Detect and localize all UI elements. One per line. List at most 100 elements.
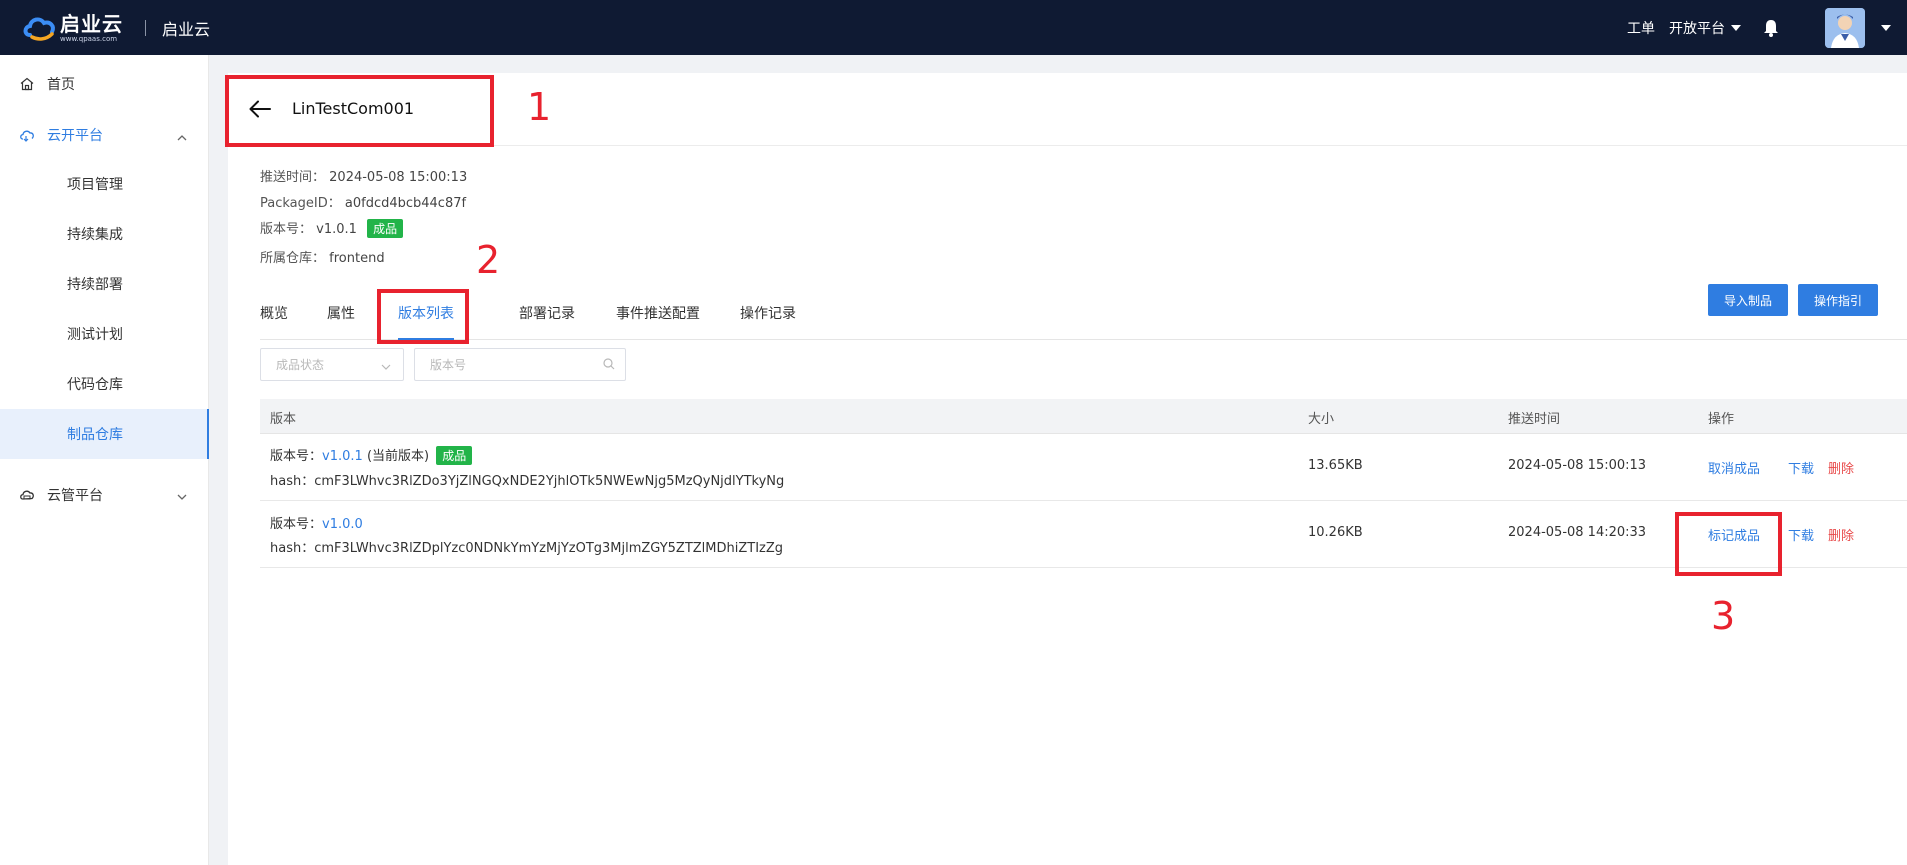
caret-down-icon: [1731, 24, 1741, 31]
sidebar-item-label: 代码仓库: [67, 377, 123, 393]
import-artifact-button[interactable]: 导入制品: [1708, 284, 1788, 316]
download-button[interactable]: 下载: [1788, 525, 1814, 544]
annotation-number-3: 3: [1711, 594, 1736, 638]
avatar[interactable]: [1825, 7, 1865, 48]
annotation-box-2: [377, 289, 469, 344]
avatar-menu-caret-icon[interactable]: [1881, 24, 1891, 31]
search-icon[interactable]: [603, 358, 615, 374]
sidebar-item-code-repository[interactable]: 代码仓库: [0, 359, 209, 409]
open-platform-label: 开放平台: [1669, 20, 1725, 37]
version-label: 版本号：: [260, 222, 313, 237]
hash-value: cmF3LWhvc3RlZDplYzc0NDNkYmYzMjYzOTg3Mjlm…: [314, 541, 784, 556]
table-row: 版本号：v1.0.1 (当前版本) 成品 hash：cmF3LWhvc3RlZD…: [260, 434, 1907, 501]
hash-value: cmF3LWhvc3RlZDo3YjZlNGQxNDE2YjhlOTk5NWEw…: [314, 474, 785, 489]
brand-logo[interactable]: 启业云 www.qpaas.com: [22, 13, 123, 43]
package-id-line: PackageID： a0fdcd4bcb44c87f: [260, 192, 466, 211]
column-header-push-time: 推送时间: [1508, 412, 1561, 427]
version-prefix: 版本号：: [270, 449, 323, 464]
version-search-input[interactable]: [414, 348, 626, 381]
sidebar-item-project-management[interactable]: 项目管理: [0, 159, 209, 209]
push-time-line: 推送时间： 2024-05-08 15:00:13: [260, 166, 467, 185]
cloud-icon: [19, 127, 35, 143]
version-prefix: 版本号：: [270, 517, 323, 532]
hash-cell: hash：cmF3LWhvc3RlZDplYzc0NDNkYmYzMjYzOTg…: [270, 537, 783, 556]
push-time-cell: 2024-05-08 15:00:13: [1508, 458, 1647, 473]
table-header: 版本 大小 推送时间 操作: [260, 399, 1907, 434]
version-cell: 版本号：v1.0.1 (当前版本) 成品: [270, 445, 473, 465]
annotation-number-2: 2: [476, 238, 501, 282]
detail-tabs: 概览 属性 版本列表 部署记录 事件推送配置 操作记录: [260, 303, 1907, 340]
sidebar-item-label: 首页: [47, 77, 75, 93]
cloud-icon: [19, 487, 35, 503]
package-id-label: PackageID：: [260, 196, 341, 211]
work-order-link[interactable]: 工单: [1627, 18, 1655, 38]
hash-label: hash：: [270, 474, 315, 489]
topbar-divider: [145, 19, 146, 36]
annotation-box-1: [225, 75, 494, 147]
current-version-note: (当前版本): [366, 449, 430, 464]
sidebar-group-label: 云管平台: [47, 488, 103, 504]
annotation-box-3: [1675, 512, 1782, 576]
unmark-artifact-button[interactable]: 取消成品: [1708, 458, 1760, 477]
column-header-size: 大小: [1308, 412, 1335, 427]
sidebar-item-continuous-deployment[interactable]: 持续部署: [0, 259, 209, 309]
hash-cell: hash：cmF3LWhvc3RlZDo3YjZlNGQxNDE2YjhlOTk…: [270, 470, 784, 489]
table-row: 版本号：v1.0.0 hash：cmF3LWhvc3RlZDplYzc0NDNk…: [260, 501, 1907, 568]
tab-properties[interactable]: 属性: [327, 303, 355, 340]
operation-guide-button[interactable]: 操作指引: [1798, 284, 1878, 316]
version-table: 版本 大小 推送时间 操作 版本号：v1.0.1 (当前版本) 成品 hash：…: [260, 399, 1907, 568]
sidebar-item-label: 测试计划: [67, 327, 123, 343]
repository-value: frontend: [329, 251, 385, 266]
sidebar-item-continuous-integration[interactable]: 持续集成: [0, 209, 209, 259]
sidebar-group-cloud-dev[interactable]: 云开平台: [0, 110, 209, 160]
sidebar-item-test-plan[interactable]: 测试计划: [0, 309, 209, 359]
logo-subtitle: www.qpaas.com: [60, 34, 118, 43]
version-line: 版本号： v1.0.1 成品: [260, 218, 404, 238]
main-content: LinTestCom001 推送时间： 2024-05-08 15:00:13 …: [228, 73, 1907, 865]
push-time-value: 2024-05-08 15:00:13: [329, 170, 468, 185]
tab-deployment-records[interactable]: 部署记录: [519, 303, 575, 340]
sidebar-item-label: 持续部署: [67, 277, 123, 293]
download-button[interactable]: 下载: [1788, 458, 1814, 477]
column-header-actions: 操作: [1708, 412, 1735, 427]
sidebar-item-home[interactable]: 首页: [0, 59, 209, 109]
push-time-cell: 2024-05-08 14:20:33: [1508, 525, 1647, 540]
top-navigation-bar: 启业云 www.qpaas.com 启业云 工单 开放平台: [0, 0, 1907, 55]
home-icon: [19, 76, 35, 92]
column-header-version: 版本: [270, 412, 297, 427]
sidebar: 首页 云开平台 项目管理 持续集成 持续部署 测试计划 代码仓库 制品仓库 云管…: [0, 55, 209, 865]
version-link[interactable]: v1.0.1: [322, 449, 363, 464]
tab-event-push-config[interactable]: 事件推送配置: [616, 303, 700, 340]
repository-line: 所属仓库： frontend: [260, 247, 385, 266]
version-link[interactable]: v1.0.0: [322, 517, 363, 532]
tab-overview[interactable]: 概览: [260, 303, 288, 340]
sidebar-group-cloud-management[interactable]: 云管平台: [0, 470, 209, 520]
push-time-label: 推送时间：: [260, 170, 326, 185]
delete-button[interactable]: 删除: [1828, 458, 1854, 477]
status-badge: 成品: [436, 446, 473, 465]
sidebar-item-label: 持续集成: [67, 227, 123, 243]
sidebar-item-label: 项目管理: [67, 177, 123, 193]
sidebar-item-artifact-repository[interactable]: 制品仓库: [0, 409, 209, 459]
bell-icon[interactable]: [1763, 19, 1779, 37]
logo-title: 启业云: [60, 11, 123, 36]
hash-label: hash：: [270, 541, 315, 556]
status-select-placeholder: 成品状态: [276, 358, 325, 372]
version-cell: 版本号：v1.0.0: [270, 513, 363, 532]
open-platform-dropdown[interactable]: 开放平台: [1669, 18, 1741, 38]
cloud-logo-icon: [22, 13, 58, 43]
delete-button[interactable]: 删除: [1828, 525, 1854, 544]
size-cell: 13.65KB: [1308, 458, 1363, 473]
sidebar-item-label: 制品仓库: [67, 427, 123, 443]
size-cell: 10.26KB: [1308, 525, 1363, 540]
version-value: v1.0.1: [316, 222, 357, 237]
chevron-up-icon: [177, 129, 187, 145]
sidebar-group-label: 云开平台: [47, 128, 103, 144]
status-badge: 成品: [367, 219, 404, 238]
chevron-down-icon: [177, 489, 187, 505]
chevron-down-icon: [381, 360, 391, 374]
app-name: 启业云: [162, 19, 211, 39]
tab-operation-log[interactable]: 操作记录: [740, 303, 796, 340]
artifact-status-select[interactable]: 成品状态: [260, 348, 404, 381]
annotation-number-1: 1: [527, 85, 552, 129]
